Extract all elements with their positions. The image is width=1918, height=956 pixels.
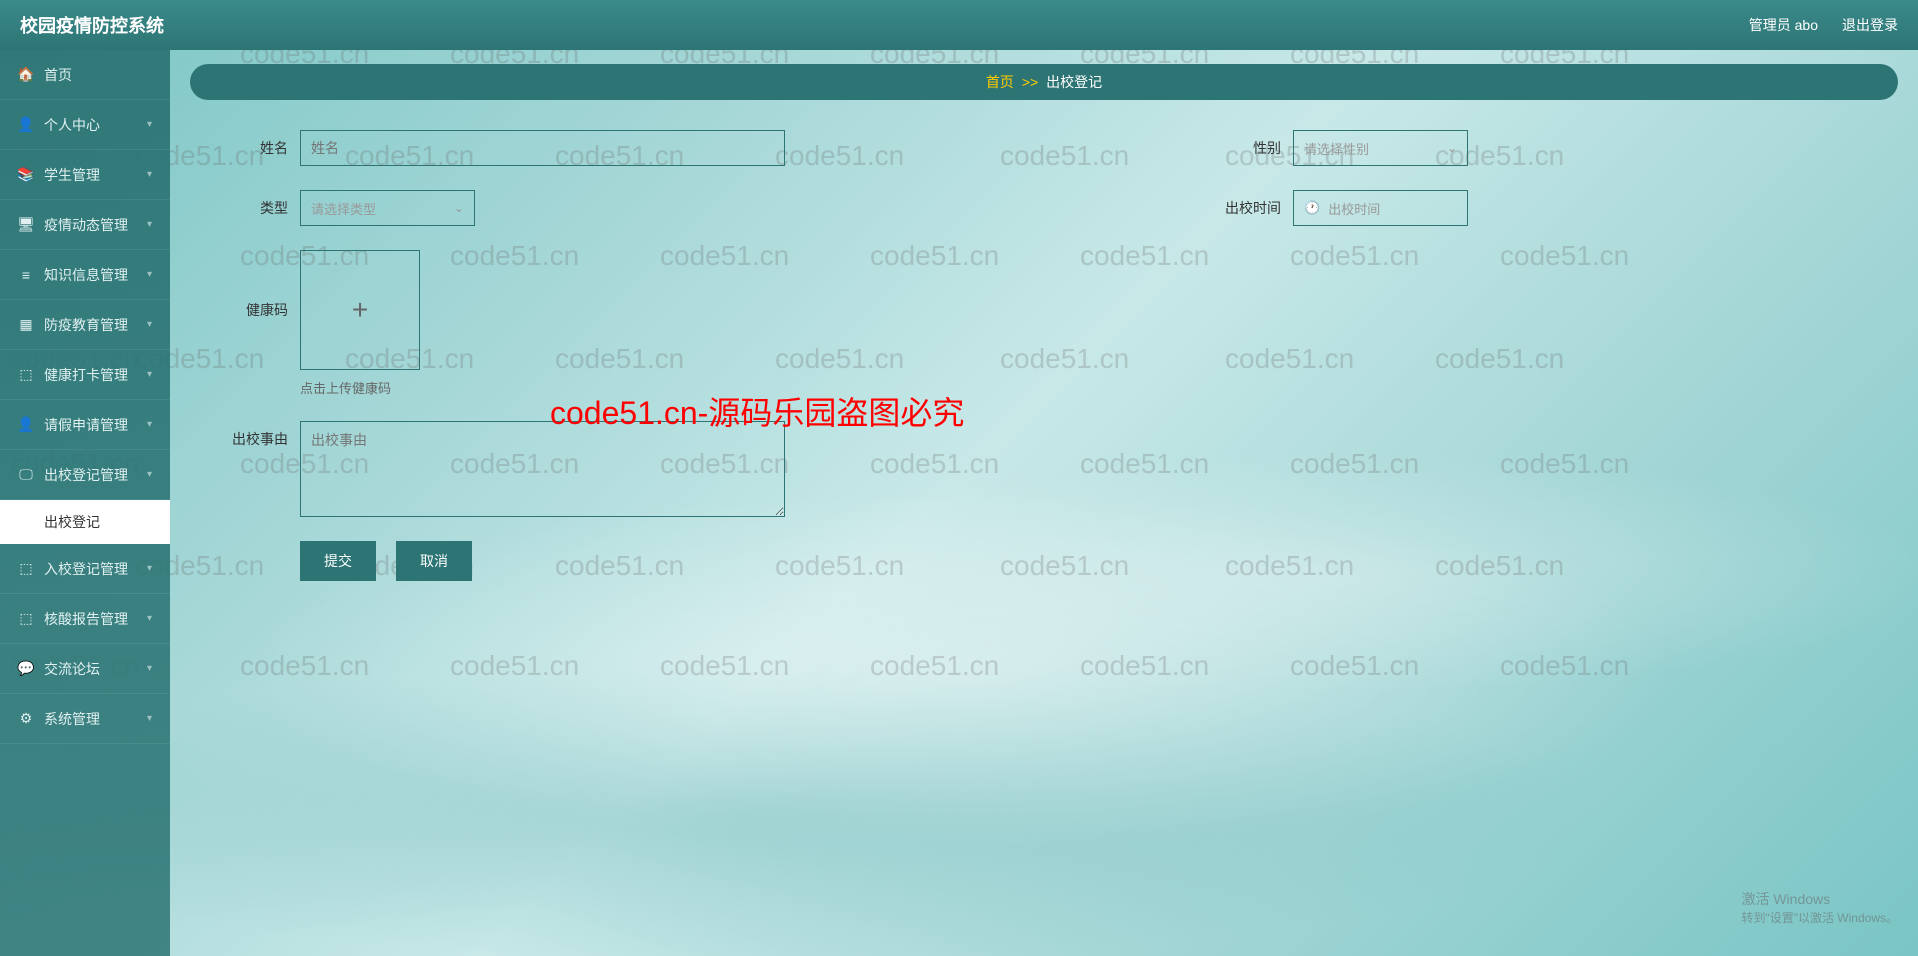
square-icon: ⬚ bbox=[18, 560, 34, 577]
sidebar-item-label: 首页 bbox=[44, 65, 72, 85]
chevron-down-icon: ▾ bbox=[147, 269, 152, 280]
upload-hint: 点击上传健康码 bbox=[300, 378, 420, 397]
chevron-down-icon: ▾ bbox=[147, 169, 152, 180]
sidebar-item-home[interactable]: 🏠 首页 bbox=[0, 50, 170, 100]
gear-icon: ⚙ bbox=[18, 710, 34, 727]
breadcrumb: 首页 >> 出校登记 bbox=[190, 64, 1898, 100]
sidebar-item-students[interactable]: 📚 学生管理 ▾ bbox=[0, 150, 170, 200]
square-icon: ⬚ bbox=[18, 610, 34, 627]
sidebar-item-label: 请假申请管理 bbox=[44, 415, 128, 435]
health-code-label: 健康码 bbox=[230, 250, 300, 370]
user-label[interactable]: 管理员 abo bbox=[1749, 15, 1818, 35]
out-time-label: 出校时间 bbox=[1223, 190, 1293, 226]
gender-label: 性别 bbox=[1223, 130, 1293, 166]
type-select[interactable]: 请选择类型 ⌄ bbox=[300, 190, 475, 226]
chevron-down-icon: ▾ bbox=[147, 219, 152, 230]
sidebar-item-label: 核酸报告管理 bbox=[44, 609, 128, 629]
activate-windows: 激活 Windows 转到"设置"以激活 Windows。 bbox=[1741, 889, 1898, 926]
book-icon: 📚 bbox=[18, 166, 34, 183]
cancel-button[interactable]: 取消 bbox=[396, 541, 472, 581]
sidebar-item-knowledge[interactable]: ≡ 知识信息管理 ▾ bbox=[0, 250, 170, 300]
breadcrumb-sep: >> bbox=[1022, 74, 1038, 90]
header: 校园疫情防控系统 管理员 abo 退出登录 bbox=[0, 0, 1918, 50]
out-time-input[interactable]: 🕐 出校时间 bbox=[1293, 190, 1468, 226]
chevron-down-icon: ▾ bbox=[147, 713, 152, 724]
main-content: 首页 >> 出校登记 姓名 性别 请选择性别 ⌄ bbox=[170, 50, 1918, 956]
chevron-down-icon: ▾ bbox=[147, 319, 152, 330]
chevron-down-icon: ⌄ bbox=[1447, 141, 1457, 155]
chevron-down-icon: ▾ bbox=[147, 613, 152, 624]
sidebar-item-label: 学生管理 bbox=[44, 165, 100, 185]
grid-icon: ▦ bbox=[18, 316, 34, 333]
chevron-down-icon: ▾ bbox=[147, 419, 152, 430]
sidebar-item-label: 个人中心 bbox=[44, 115, 100, 135]
name-label: 姓名 bbox=[230, 130, 300, 166]
sidebar-item-label: 知识信息管理 bbox=[44, 265, 128, 285]
sidebar-item-label: 入校登记管理 bbox=[44, 559, 128, 579]
sidebar-item-nucleic-acid[interactable]: ⬚ 核酸报告管理 ▾ bbox=[0, 594, 170, 644]
user-icon: 👤 bbox=[18, 116, 34, 133]
sidebar-subitem-exit-register[interactable]: 出校登记 bbox=[0, 500, 170, 544]
sidebar-item-health-checkin[interactable]: ⬚ 健康打卡管理 ▾ bbox=[0, 350, 170, 400]
chevron-down-icon: ▾ bbox=[147, 369, 152, 380]
app-title: 校园疫情防控系统 bbox=[20, 12, 164, 38]
breadcrumb-home[interactable]: 首页 bbox=[986, 72, 1014, 92]
gender-select[interactable]: 请选择性别 ⌄ bbox=[1293, 130, 1468, 166]
chevron-down-icon: ⌄ bbox=[454, 201, 464, 215]
sidebar-item-label: 防疫教育管理 bbox=[44, 315, 128, 335]
monitor-icon: 🖥 bbox=[18, 216, 34, 233]
clock-icon: 🕐 bbox=[1304, 200, 1320, 216]
list-icon: ≡ bbox=[18, 267, 34, 283]
sidebar-item-forum[interactable]: 💬 交流论坛 ▾ bbox=[0, 644, 170, 694]
sidebar-item-label: 疫情动态管理 bbox=[44, 215, 128, 235]
sidebar-item-profile[interactable]: 👤 个人中心 ▾ bbox=[0, 100, 170, 150]
chevron-down-icon: ▾ bbox=[147, 469, 152, 480]
name-input[interactable] bbox=[300, 130, 785, 166]
sidebar-item-entry-register[interactable]: ⬚ 入校登记管理 ▾ bbox=[0, 544, 170, 594]
submit-button[interactable]: 提交 bbox=[300, 541, 376, 581]
reason-label: 出校事由 bbox=[230, 421, 300, 457]
sidebar-item-prevention-edu[interactable]: ▦ 防疫教育管理 ▾ bbox=[0, 300, 170, 350]
type-label: 类型 bbox=[230, 190, 300, 226]
chevron-down-icon: ▾ bbox=[147, 563, 152, 574]
out-time-placeholder: 出校时间 bbox=[1328, 199, 1380, 218]
chat-icon: 💬 bbox=[18, 660, 34, 677]
chevron-down-icon: ▾ bbox=[147, 119, 152, 130]
type-placeholder: 请选择类型 bbox=[311, 199, 376, 218]
health-code-upload[interactable]: + bbox=[300, 250, 420, 370]
screen-icon: 🖵 bbox=[18, 466, 34, 483]
sidebar-item-label: 健康打卡管理 bbox=[44, 365, 128, 385]
sidebar-item-label: 系统管理 bbox=[44, 709, 100, 729]
chevron-down-icon: ▾ bbox=[147, 663, 152, 674]
logout-link[interactable]: 退出登录 bbox=[1842, 15, 1898, 35]
plus-icon: + bbox=[352, 294, 368, 326]
sidebar-item-system[interactable]: ⚙ 系统管理 ▾ bbox=[0, 694, 170, 744]
sidebar-item-epidemic[interactable]: 🖥 疫情动态管理 ▾ bbox=[0, 200, 170, 250]
sidebar: 🏠 首页 👤 个人中心 ▾ 📚 学生管理 ▾ 🖥 疫情动态管理 ▾ ≡ 知识信息… bbox=[0, 50, 170, 956]
square-icon: ⬚ bbox=[18, 366, 34, 383]
gender-placeholder: 请选择性别 bbox=[1304, 139, 1369, 158]
home-icon: 🏠 bbox=[18, 66, 34, 83]
user-icon: 👤 bbox=[18, 416, 34, 433]
breadcrumb-current: 出校登记 bbox=[1046, 72, 1102, 92]
sidebar-item-leave-request[interactable]: 👤 请假申请管理 ▾ bbox=[0, 400, 170, 450]
sidebar-item-label: 出校登记管理 bbox=[44, 465, 128, 485]
reason-textarea[interactable] bbox=[300, 421, 785, 517]
sidebar-item-label: 交流论坛 bbox=[44, 659, 100, 679]
sidebar-item-exit-register[interactable]: 🖵 出校登记管理 ▾ bbox=[0, 450, 170, 500]
